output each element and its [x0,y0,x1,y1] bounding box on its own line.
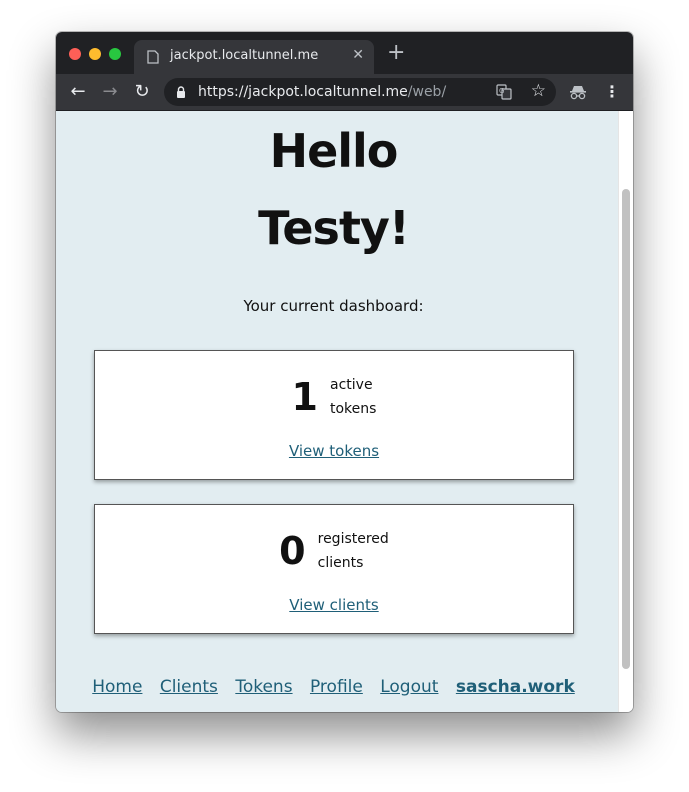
url-host: https://jackpot.localtunnel.me [198,84,408,100]
svg-text:G: G [499,87,504,95]
tokens-stat: 1 active tokens [95,373,573,421]
browser-toolbar: ← → ↻ https://jackpot.localtunnel.me/web… [56,74,633,111]
clients-count: 0 [279,529,306,573]
browser-window: jackpot.localtunnel.me ✕ + ← → ↻ https:/… [56,32,633,712]
clients-stat: 0 registered clients [95,527,573,575]
tokens-card: 1 active tokens View tokens [94,350,574,480]
page-viewport: Hello Testy! Your current dashboard: 1 a… [56,111,633,712]
footer-link-tokens[interactable]: Tokens [235,677,292,697]
close-icon[interactable]: ✕ [352,47,364,63]
tokens-label-line2: tokens [330,401,377,417]
window-close-button[interactable] [69,48,81,60]
greeting-text: Hello [269,124,399,178]
kebab-menu-icon[interactable]: ⋮ [604,83,620,101]
back-arrow-icon[interactable]: ← [66,80,90,104]
user-name-text: Testy! [258,201,410,255]
forward-arrow-icon[interactable]: → [98,80,122,104]
tokens-count: 1 [291,375,318,419]
window-maximize-button[interactable] [109,48,121,60]
window-minimize-button[interactable] [89,48,101,60]
tokens-description: active tokens [330,373,376,421]
tab-active[interactable]: jackpot.localtunnel.me ✕ [134,40,374,74]
clients-card: 0 registered clients View clients [94,504,574,634]
footer-link-home[interactable]: Home [92,677,142,697]
clients-description: registered clients [318,527,389,575]
url-text: https://jackpot.localtunnel.me/web/ [198,84,446,100]
tab-title: jackpot.localtunnel.me [170,48,319,63]
scrollbar[interactable] [618,111,633,712]
footer-nav: Home Clients Tokens Profile Logout sasch… [56,677,611,697]
reload-icon[interactable]: ↻ [130,80,154,104]
view-clients-link[interactable]: View clients [95,596,573,614]
address-bar[interactable]: https://jackpot.localtunnel.me/web/ G ☆ [164,78,556,106]
plus-icon[interactable]: + [387,42,405,64]
translate-icon[interactable]: G [496,84,512,100]
page-heading: Hello Testy! [56,113,611,267]
scrollbar-thumb[interactable] [622,189,630,669]
lock-icon [177,86,185,98]
url-path: /web/ [407,84,447,100]
page-icon [147,50,159,64]
footer-link-profile[interactable]: Profile [310,677,363,697]
footer-link-clients[interactable]: Clients [160,677,218,697]
view-tokens-link[interactable]: View tokens [95,442,573,460]
dashboard-label: Your current dashboard: [243,297,424,315]
footer-link-brand[interactable]: sascha.work [456,677,575,697]
tokens-label-line1: active [330,377,373,393]
tab-bar: jackpot.localtunnel.me ✕ + [56,32,633,74]
star-icon[interactable]: ☆ [531,81,546,101]
footer-link-logout[interactable]: Logout [380,677,438,697]
clients-label-line1: registered [317,531,389,547]
clients-label-line2: clients [317,555,364,571]
incognito-icon[interactable] [569,84,587,100]
